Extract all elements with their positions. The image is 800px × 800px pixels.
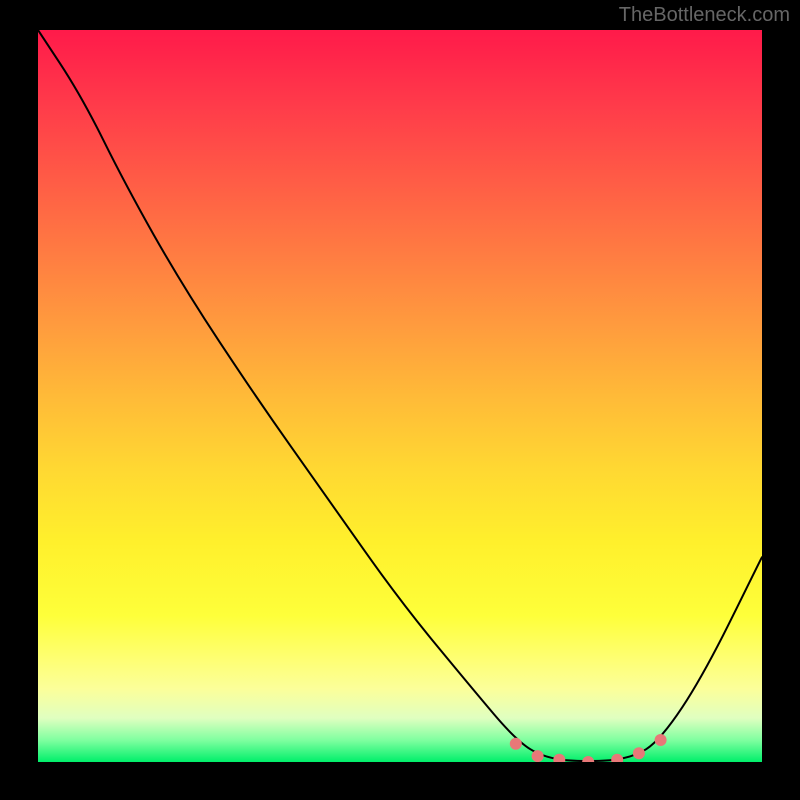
watermark-text: TheBottleneck.com [619, 4, 790, 27]
highlight-marker [633, 747, 645, 759]
curve-layer [38, 30, 762, 762]
highlight-marker [582, 756, 594, 762]
chart-plot-area [38, 30, 762, 762]
highlight-marker [611, 754, 623, 762]
highlight-marker [532, 750, 544, 762]
bottleneck-curve [38, 30, 762, 761]
highlight-marker [655, 734, 667, 746]
highlight-marker [510, 738, 522, 750]
highlight-marker [553, 754, 565, 762]
